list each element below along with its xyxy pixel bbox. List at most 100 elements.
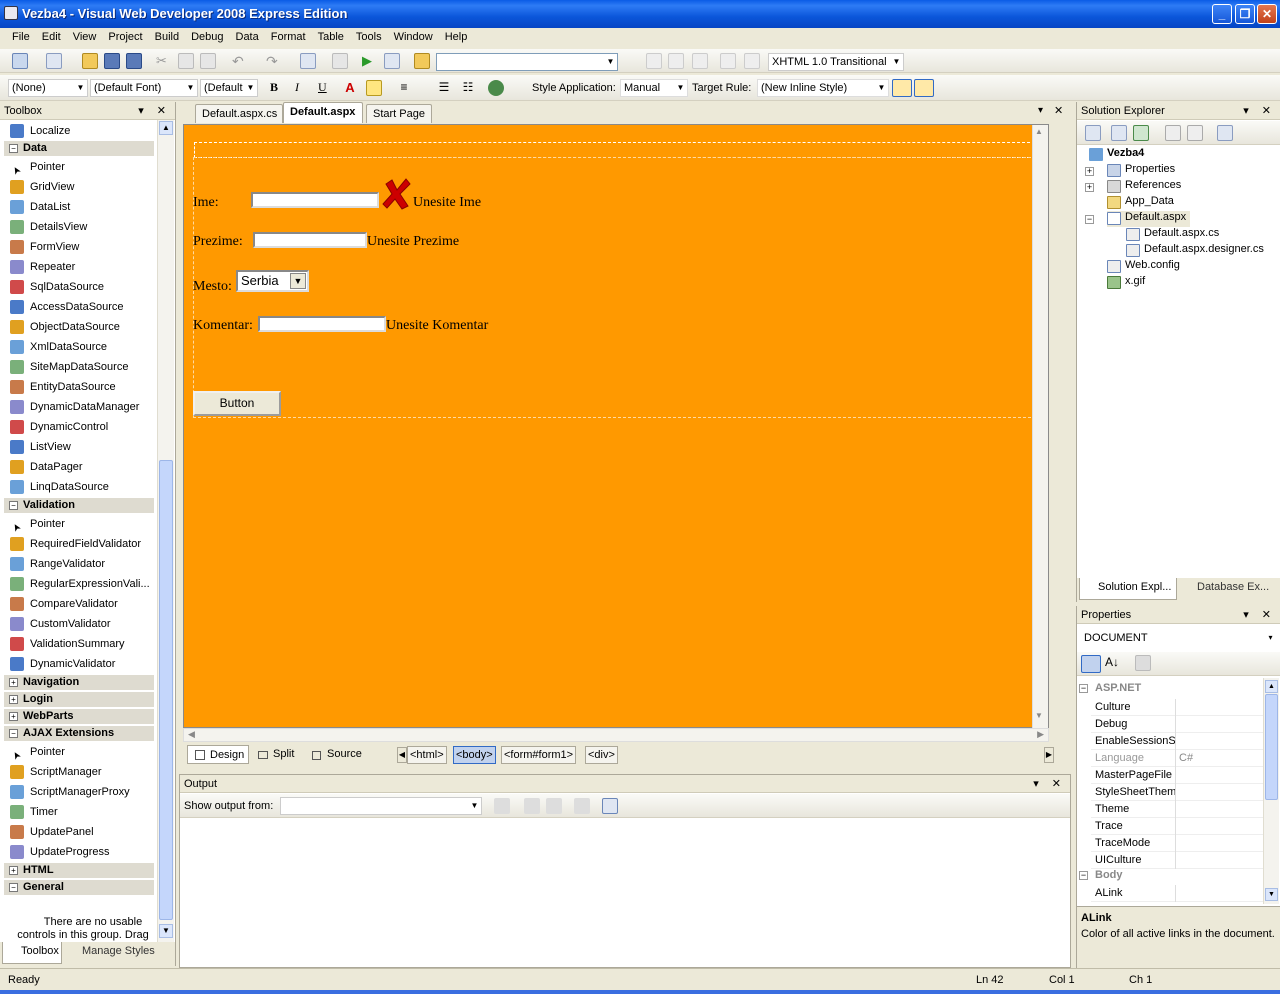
find-combo[interactable]: ▼ [436,53,618,71]
tree-app-data[interactable]: App_Data [1107,195,1174,211]
hyperlink-icon[interactable] [488,80,504,96]
toolbox-category-html[interactable]: + HTML [4,863,154,878]
property-value[interactable] [1175,699,1263,716]
outdent-icon[interactable] [668,53,684,69]
expand-references-icon[interactable]: + [1085,183,1094,192]
menu-help[interactable]: Help [439,28,474,48]
new-project-icon[interactable] [12,53,28,69]
toolbox-item-comparevalidator[interactable]: CompareValidator [8,595,154,613]
property-value[interactable] [1175,852,1263,869]
bullets-icon[interactable]: ☰ [436,80,452,96]
toolbox-item-dynamicdatamanager[interactable]: DynamicDataManager [8,398,154,416]
add-item-icon[interactable] [46,53,62,69]
toolbox-item-dynamicvalidator[interactable]: DynamicValidator [8,655,154,673]
menu-view[interactable]: View [67,28,103,48]
scroll-up-icon[interactable]: ▲ [1265,680,1278,693]
tab-start-page[interactable]: Start Page [366,104,432,123]
property-pages-icon[interactable] [1135,655,1151,671]
highlight-icon[interactable] [366,80,382,96]
toolbox-pin-close-icons[interactable]: ▾ ✕ [138,104,171,117]
menu-window[interactable]: Window [388,28,439,48]
tag-scroll-right-icon[interactable]: ▶ [1044,747,1054,763]
toolbox-item-scriptmanager[interactable]: ScriptManager [8,763,154,781]
previous-message-icon[interactable] [524,798,540,814]
collapse-aspnet-icon[interactable]: − [1079,684,1088,693]
reuse-style-icon[interactable] [914,79,934,97]
categorized-icon[interactable] [1081,655,1101,673]
dropdown-arrow-icon[interactable]: ▼ [290,273,306,289]
tree-web-config[interactable]: Web.config [1107,259,1180,275]
align-icon[interactable]: ≡ [396,80,412,96]
property-row[interactable]: EnableSessionSt [1091,733,1263,750]
toolbox-item-xmldatasource[interactable]: XmlDataSource [8,338,154,356]
toolbox-item-requiredfieldvalidator[interactable]: RequiredFieldValidator [8,535,154,553]
toolbox-item-validationsummary[interactable]: ValidationSummary [8,635,154,653]
tab-source[interactable]: Source [311,748,362,760]
toolbox-item-sqldatasource[interactable]: SqlDataSource [8,278,154,296]
submit-button[interactable]: Button [193,391,281,416]
copy-icon[interactable] [178,53,194,69]
property-row[interactable]: Trace [1091,818,1263,835]
menu-table[interactable]: Table [312,28,350,48]
property-value[interactable] [1175,716,1263,733]
toolbox-item-listview[interactable]: ListView [8,438,154,456]
tree-references[interactable]: References [1107,179,1181,195]
solution-explorer-icon[interactable] [414,53,430,69]
tag-body[interactable]: <body> [453,746,496,764]
doctype-select[interactable]: XHTML 1.0 Transitional (▼ [768,53,904,71]
property-row[interactable]: Culture [1091,699,1263,716]
scroll-down-icon[interactable]: ▼ [1265,888,1278,901]
property-row[interactable]: ALink [1091,885,1263,902]
solution-explorer-pin-close-icons[interactable]: ▾ ✕ [1243,104,1276,117]
menu-data[interactable]: Data [230,28,265,48]
property-value[interactable] [1175,818,1263,835]
toolbox-category-ajax[interactable]: − AJAX Extensions [4,726,154,741]
toolbox-item-objectdatasource[interactable]: ObjectDataSource [8,318,154,336]
paste-icon[interactable] [200,53,216,69]
tag-div[interactable]: <div> [585,746,618,764]
show-all-files-icon[interactable] [1111,125,1127,141]
tab-toolbox[interactable]: Toolbox [2,942,62,964]
toolbox-item-datapager[interactable]: DataPager [8,458,154,476]
mesto-dropdown[interactable]: Serbia ▼ [236,270,309,292]
property-value[interactable] [1175,784,1263,801]
tab-design[interactable]: Design [187,745,249,764]
toolbox-item-updatepanel[interactable]: UpdatePanel [8,823,154,841]
property-row[interactable]: StyleSheetThem [1091,784,1263,801]
toolbox-item-localize[interactable]: Localize [8,122,154,140]
menu-edit[interactable]: Edit [36,28,67,48]
toolbox-item-pointer[interactable]: ➤ Pointer [8,743,154,761]
tree-project[interactable]: Vezba4 [1089,147,1144,163]
minimize-button[interactable]: _ [1212,4,1232,24]
tab-dropdown-icon[interactable]: ▾ [1038,105,1043,116]
output-source-select[interactable]: ▼ [280,797,482,815]
navigate-backward-icon[interactable] [300,53,316,69]
toolbox-item-dynamiccontrol[interactable]: DynamicControl [8,418,154,436]
toolbox-category-validation[interactable]: − Validation [4,498,154,513]
output-pin-close-icons[interactable]: ▾ ✕ [1033,777,1066,790]
font-select[interactable]: (Default Font) ▼ [90,79,198,97]
properties-pin-close-icons[interactable]: ▾ ✕ [1243,608,1276,621]
top-div[interactable] [194,142,1040,158]
toolbox-category-login[interactable]: + Login [4,692,154,707]
property-value[interactable] [1175,885,1263,902]
toolbox-item-timer[interactable]: Timer [8,803,154,821]
toolbox-scrollbar[interactable]: ▲ ▼ [157,120,174,942]
tree-x-gif[interactable]: x.gif [1107,275,1145,291]
toolbox-item-accessdatasource[interactable]: AccessDataSource [8,298,154,316]
menu-debug[interactable]: Debug [185,28,229,48]
property-value[interactable] [1175,733,1263,750]
menu-file[interactable]: File [0,28,36,48]
properties-scroll-thumb[interactable] [1265,694,1278,800]
toolbox-category-general[interactable]: − General [4,880,154,895]
property-row[interactable]: TraceMode [1091,835,1263,852]
toolbox-item-formview[interactable]: FormView [8,238,154,256]
alphabetical-icon[interactable]: A↓ [1105,655,1121,671]
property-value[interactable] [1175,835,1263,852]
property-value[interactable]: C# [1175,750,1263,767]
tree-default-aspx[interactable]: Default.aspx [1107,211,1191,227]
navigate-forward-icon[interactable] [332,53,348,69]
properties-icon[interactable] [1085,125,1101,141]
toolbox-item-sitemapdatasource[interactable]: SiteMapDataSource [8,358,154,376]
toolbox-item-gridview[interactable]: GridView [8,178,154,196]
